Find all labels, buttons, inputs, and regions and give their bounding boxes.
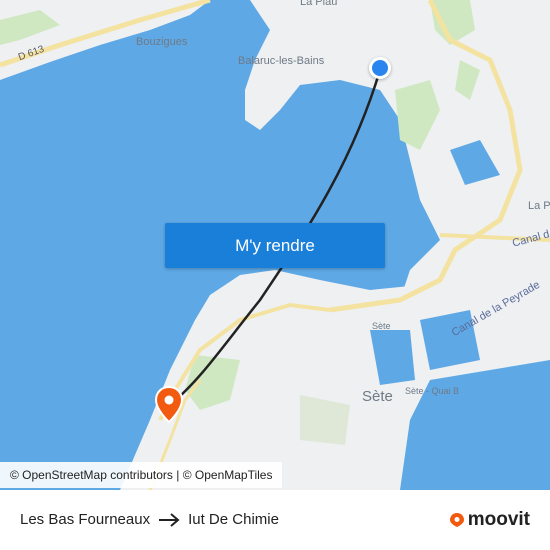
place-label-la-p: La P — [528, 200, 550, 212]
moovit-logo-icon — [449, 513, 464, 527]
map-view[interactable]: La Plau Bouzigues Balaruc-les-Bains D 61… — [0, 0, 550, 490]
location-dot-icon[interactable] — [369, 57, 391, 79]
moovit-logo[interactable]: moovit — [449, 509, 530, 531]
place-label-sete-quai: Sète - Quai B — [405, 386, 460, 396]
origin-label: Les Bas Fourneaux — [20, 511, 151, 528]
map-attribution[interactable]: © OpenStreetMap contributors | © OpenMap… — [0, 462, 283, 488]
place-label-la-plau: La Plau — [300, 0, 338, 8]
place-label-balaruc: Balaruc-les-Bains — [238, 55, 325, 67]
arrow-right-icon — [159, 512, 180, 527]
get-directions-button[interactable]: M'y rendre — [165, 223, 385, 268]
place-label-bouzigues: Bouzigues — [136, 36, 188, 48]
trip-summary: Les Bas Fourneaux Iut De Chimie — [20, 511, 279, 528]
place-label-sete-small: Sète — [372, 321, 391, 331]
map-pin-icon[interactable] — [154, 386, 184, 424]
place-label-sete: Sète — [362, 388, 393, 405]
destination-label: Iut De Chimie — [188, 511, 279, 528]
moovit-wordmark: moovit — [467, 509, 530, 530]
